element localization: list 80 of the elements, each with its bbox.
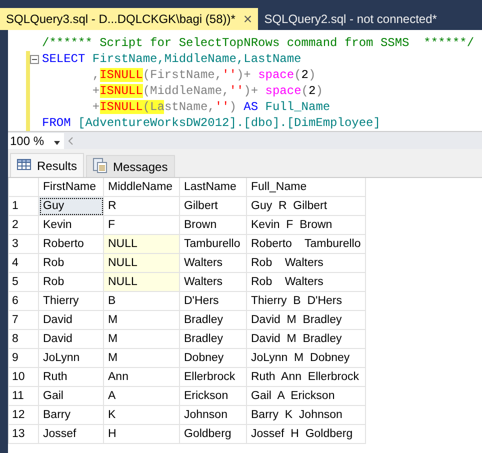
code-line: +ISNULL(MiddleName,'')+ space(2) (91, 84, 323, 98)
zoom-dropdown[interactable]: 100 % (8, 132, 64, 148)
table-cell[interactable]: Barry (38, 406, 104, 424)
table-cell[interactable]: M (104, 348, 180, 368)
document-tab[interactable]: SQLQuery3.sql - D...DQLCKGK\bagi (58))* × (0, 8, 258, 30)
result-tab[interactable]: Results (10, 153, 84, 177)
table-cell[interactable]: Ellerbrock (180, 368, 246, 386)
table-cell[interactable]: Rob Walters (246, 272, 366, 292)
table-cell[interactable]: Ann (104, 368, 180, 386)
code-line: +ISNULL(LastName,'') AS Full_Name (91, 100, 330, 114)
row-number: 4 (8, 254, 38, 272)
column-header[interactable]: MiddleName (104, 178, 180, 196)
table-cell[interactable]: Bradley (180, 330, 246, 348)
table-cell[interactable]: Kevin (38, 216, 104, 234)
row-number: 2 (8, 216, 38, 234)
table-cell[interactable]: NULL (104, 254, 180, 272)
row-number: 8 (8, 330, 38, 348)
table-cell[interactable]: Guy R Gilbert (246, 196, 366, 216)
table-cell[interactable]: Brown (180, 216, 246, 234)
row-number: 13 (8, 424, 38, 444)
table-cell[interactable]: Thierry (38, 292, 104, 310)
table-cell[interactable]: Thierry B D'Hers (246, 292, 366, 310)
column-header[interactable]: LastName (180, 178, 246, 196)
table-cell[interactable]: Goldberg (180, 424, 246, 444)
table-cell[interactable]: M (104, 310, 180, 330)
table-cell[interactable]: Rob Walters (246, 254, 366, 272)
row-number: 6 (8, 292, 38, 310)
table-cell[interactable]: Ruth Ann Ellerbrock (246, 368, 366, 386)
row-number: 12 (8, 406, 38, 424)
row-number: 11 (8, 386, 38, 406)
table-cell[interactable]: Walters (180, 272, 246, 292)
table-cell[interactable]: A (104, 386, 180, 406)
row-number: 7 (8, 310, 38, 330)
table-cell[interactable]: Rob (38, 272, 104, 292)
code-line: /****** Script for SelectTopNRows command from SSMS ******/ (41, 36, 474, 50)
table-cell[interactable]: Jossef (38, 424, 104, 444)
table-cell[interactable]: David M Bradley (246, 310, 366, 330)
table-cell[interactable]: D'Hers (180, 292, 246, 310)
table-cell[interactable]: JoLynn M Dobney (246, 348, 366, 368)
table-cell[interactable]: Jossef H Goldberg (246, 424, 366, 444)
table-cell[interactable]: Walters (180, 254, 246, 272)
table-cell[interactable]: David (38, 330, 104, 348)
close-icon[interactable]: × (243, 10, 252, 28)
table-cell[interactable]: NULL (104, 234, 180, 254)
dropdown-caret-icon (54, 140, 60, 144)
collapse-icon[interactable] (30, 54, 39, 64)
table-cell[interactable]: Gilbert (180, 196, 246, 216)
code-line: ,ISNULL(FirstName,'')+ space(2) (91, 68, 316, 82)
table-cell[interactable]: H (104, 424, 180, 444)
row-number: 10 (8, 368, 38, 386)
table-cell[interactable]: JoLynn (38, 348, 104, 368)
table-cell[interactable]: Johnson (180, 406, 246, 424)
table-cell[interactable]: Tamburello (180, 234, 246, 254)
table-cell[interactable]: David M Bradley (246, 330, 366, 348)
grid-icon (17, 158, 31, 170)
table-cell[interactable]: M (104, 330, 180, 348)
table-cell[interactable]: David (38, 310, 104, 330)
table-cell[interactable]: Dobney (180, 348, 246, 368)
table-cell[interactable]: K (104, 406, 180, 424)
table-cell[interactable]: Gail (38, 386, 104, 406)
table-cell[interactable]: Bradley (180, 310, 246, 330)
table-cell[interactable]: Ruth (38, 368, 104, 386)
table-cell[interactable]: NULL (104, 272, 180, 292)
table-cell[interactable]: Gail A Erickson (246, 386, 366, 406)
table-cell[interactable]: B (104, 292, 180, 310)
row-number: 5 (8, 272, 38, 292)
table-cell[interactable]: Guy (38, 196, 104, 216)
row-number: 9 (8, 348, 38, 368)
result-tab[interactable]: Messages (86, 155, 175, 177)
code-line: FROM [AdventureWorksDW2012].[dbo].[DimEmployee] (41, 116, 380, 130)
table-cell[interactable]: Barry K Johnson (246, 406, 366, 424)
row-number: 3 (8, 234, 38, 254)
table-cell[interactable]: Kevin F Brown (246, 216, 366, 234)
table-cell[interactable]: Erickson (180, 386, 246, 406)
document-icon (93, 158, 108, 172)
column-header[interactable]: Full_Name (246, 178, 366, 196)
table-cell[interactable]: Roberto Tamburello (246, 234, 366, 254)
document-tab[interactable]: SQLQuery2.sql - not connected* (258, 8, 443, 30)
table-cell[interactable]: R (104, 196, 180, 216)
code-line: SELECT FirstName,MiddleName,LastName (41, 52, 302, 66)
